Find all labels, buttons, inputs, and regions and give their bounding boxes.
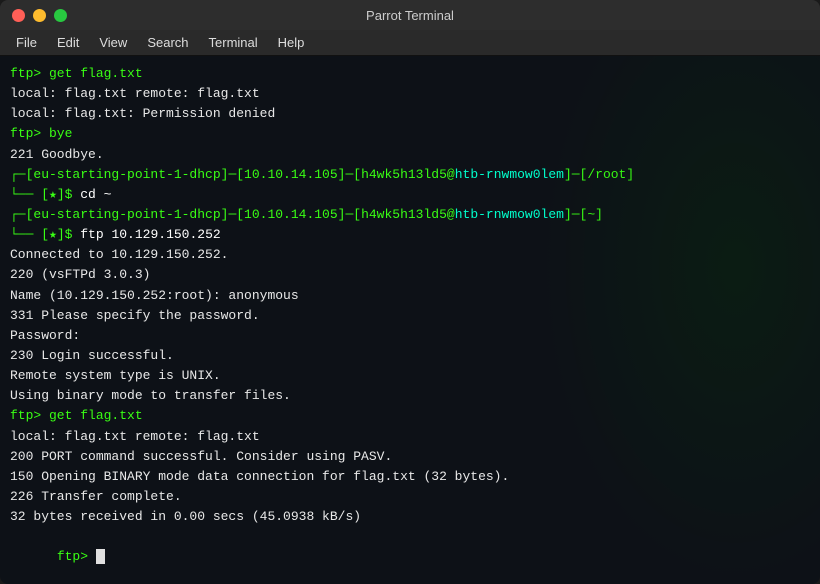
maximize-button[interactable]	[54, 9, 67, 22]
traffic-lights	[12, 9, 67, 22]
menu-terminal[interactable]: Terminal	[201, 33, 266, 52]
window-title: Parrot Terminal	[366, 8, 454, 23]
line-2: local: flag.txt remote: flag.txt	[10, 84, 810, 104]
terminal-cursor	[96, 549, 105, 564]
line-connected: Connected to 10.129.150.252.	[10, 245, 810, 265]
menu-help[interactable]: Help	[270, 33, 313, 52]
line-5: 221 Goodbye.	[10, 145, 810, 165]
line-4: ftp> bye	[10, 124, 810, 144]
close-button[interactable]	[12, 9, 25, 22]
line-331: 331 Please specify the password.	[10, 306, 810, 326]
prompt-cmd-1: └── [★]$ cd ~	[10, 185, 810, 205]
line-remote: Remote system type is UNIX.	[10, 366, 810, 386]
line-150: 150 Opening BINARY mode data connection …	[10, 467, 810, 487]
minimize-button[interactable]	[33, 9, 46, 22]
line-password: Password:	[10, 326, 810, 346]
line-230: 230 Login successful.	[10, 346, 810, 366]
line-get: ftp> get flag.txt	[10, 406, 810, 426]
line-vsftpd: 220 (vsFTPd 3.0.3)	[10, 265, 810, 285]
prompt-cmd-2: └── [★]$ ftp 10.129.150.252	[10, 225, 810, 245]
titlebar: Parrot Terminal	[0, 0, 820, 30]
prompt-line-2: ┌─[eu-starting-point-1-dhcp]─[10.10.14.1…	[10, 205, 810, 225]
menu-edit[interactable]: Edit	[49, 33, 87, 52]
line-200: 200 PORT command successful. Consider us…	[10, 447, 810, 467]
line-name: Name (10.129.150.252:root): anonymous	[10, 286, 810, 306]
menu-search[interactable]: Search	[139, 33, 196, 52]
terminal-window: Parrot Terminal File Edit View Search Te…	[0, 0, 820, 584]
line-3: local: flag.txt: Permission denied	[10, 104, 810, 124]
line-32bytes: 32 bytes received in 0.00 secs (45.0938 …	[10, 507, 810, 527]
line-local: local: flag.txt remote: flag.txt	[10, 427, 810, 447]
line-226: 226 Transfer complete.	[10, 487, 810, 507]
ftp-prompt: ftp>	[10, 527, 810, 584]
line-binary: Using binary mode to transfer files.	[10, 386, 810, 406]
line-1: ftp> get flag.txt	[10, 64, 810, 84]
menu-view[interactable]: View	[91, 33, 135, 52]
prompt-line-1: ┌─[eu-starting-point-1-dhcp]─[10.10.14.1…	[10, 165, 810, 185]
menubar: File Edit View Search Terminal Help	[0, 30, 820, 56]
menu-file[interactable]: File	[8, 33, 45, 52]
terminal-output[interactable]: ftp> get flag.txt local: flag.txt remote…	[0, 56, 820, 584]
